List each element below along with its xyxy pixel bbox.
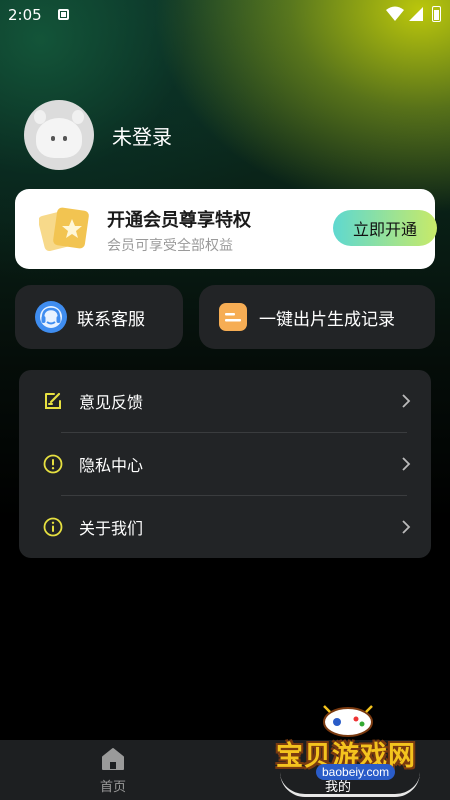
vip-title: 开通会员尊享特权 <box>107 210 251 231</box>
edit-icon <box>45 392 61 409</box>
avatar-eye-right <box>63 136 67 141</box>
menu-item-privacy[interactable]: 隐私中心 <box>19 433 431 495</box>
profile-header[interactable]: 未登录 <box>24 100 172 170</box>
battery-icon <box>432 6 441 22</box>
contact-service-label: 联系客服 <box>77 309 145 330</box>
nav-home[interactable]: 首页 <box>80 740 146 800</box>
home-icon <box>102 748 124 770</box>
chevron-right-icon <box>402 520 411 534</box>
status-bar: 2:05 <box>0 0 450 30</box>
settings-menu: 意见反馈 隐私中心 关于我们 <box>19 370 431 558</box>
chevron-right-icon <box>402 394 411 408</box>
watermark-domain: baobeiy.com <box>316 764 396 780</box>
nav-home-label: 首页 <box>99 780 126 795</box>
vip-card[interactable]: 开通会员尊享特权 会员可享受全部权益 立即开通 <box>15 189 437 269</box>
status-time: 2:05 <box>8 6 42 24</box>
activate-vip-button[interactable]: 立即开通 <box>333 210 437 246</box>
avatar-head <box>36 118 82 158</box>
menu-item-feedback[interactable]: 意见反馈 <box>19 370 431 432</box>
vip-cards-icon <box>39 207 89 252</box>
menu-item-label: 隐私中心 <box>79 456 144 475</box>
menu-item-label: 关于我们 <box>79 519 144 538</box>
menu-item-label: 意见反馈 <box>79 393 144 412</box>
generation-records-label: 一键出片生成记录 <box>259 309 395 330</box>
exclamation-circle-icon <box>43 454 63 474</box>
username-label[interactable]: 未登录 <box>112 121 172 150</box>
avatar-eye-left <box>51 136 55 141</box>
signal-icon <box>409 7 423 21</box>
headset-icon <box>35 301 67 333</box>
contact-service-button[interactable]: 联系客服 <box>15 285 183 349</box>
document-icon <box>219 303 247 331</box>
watermark-logo: 宝贝游戏网 baobeiy.com <box>268 700 428 797</box>
gamepad-icon <box>323 705 373 737</box>
chevron-right-icon <box>402 457 411 471</box>
info-circle-icon <box>43 517 63 537</box>
generation-records-button[interactable]: 一键出片生成记录 <box>199 285 435 349</box>
avatar[interactable] <box>24 100 94 170</box>
vip-subtitle: 会员可享受全部权益 <box>107 238 233 254</box>
menu-item-about[interactable]: 关于我们 <box>19 496 431 558</box>
wifi-icon <box>386 6 404 21</box>
notification-icon <box>58 9 69 20</box>
